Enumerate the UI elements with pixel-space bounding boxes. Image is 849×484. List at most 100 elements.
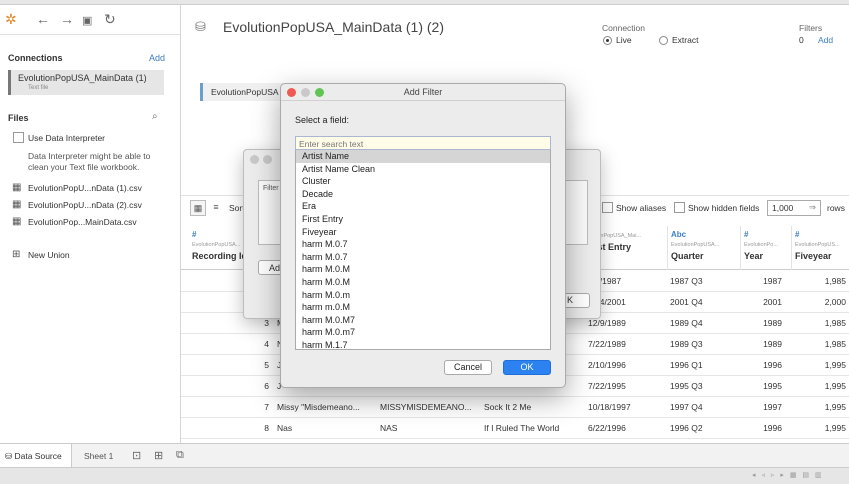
table-cell: Nas — [277, 423, 293, 433]
table-cell: 1997 Q4 — [670, 402, 703, 412]
back-icon[interactable]: ← — [36, 11, 50, 27]
column-header[interactable]: # EvolutionPopUS... Fiveyear — [791, 226, 849, 270]
dialog-titlebar: Add Filter — [281, 84, 565, 101]
files-header: Files — [8, 113, 29, 123]
column-name: ...st Entry — [590, 242, 632, 252]
live-radio[interactable] — [603, 36, 612, 45]
new-worksheet-icon[interactable]: ⊡ — [132, 449, 141, 462]
number-type-icon: # — [744, 230, 749, 239]
tab-data-source[interactable]: ⛁ Data Source — [0, 444, 72, 468]
table-cell: 1,995 — [824, 423, 846, 433]
column-name: Quarter — [671, 251, 704, 261]
refresh-icon[interactable]: ↻ — [104, 11, 116, 27]
connection-item[interactable]: EvolutionPopUSA_MainData (1) Text file — [8, 70, 164, 95]
table-cell: 1997 — [763, 402, 782, 412]
field-list-item[interactable]: harm M.0.M — [296, 276, 550, 289]
sheet-tabs: ⛁ Data Source Sheet 1 ⊡ ⊞ ⧉ — [0, 443, 849, 468]
table-cell: 12/9/1989 — [588, 318, 626, 328]
filters-label: Filters — [799, 23, 823, 33]
field-list[interactable]: Artist Name Artist Name Clean Cluster Decad… — [295, 150, 551, 350]
table-cell: 6 — [264, 381, 269, 391]
status-bar: ◂ ◃ ▹ ▸ ▦ ▤ ▥ — [0, 467, 849, 484]
csv-file-icon: ▦ — [12, 216, 22, 227]
show-hidden-checkbox[interactable] — [674, 202, 685, 213]
search-icon[interactable]: ⌕ — [152, 111, 158, 122]
extract-radio[interactable] — [659, 36, 668, 45]
tab-sheet1[interactable]: Sheet 1 — [84, 451, 113, 461]
connection-type: Text file — [28, 85, 49, 91]
column-header[interactable]: Abc EvolutionPopUSA... Quarter — [667, 226, 739, 270]
field-list-item[interactable]: harm M.0.m7 — [296, 326, 550, 339]
show-aliases-label: Show aliases — [616, 203, 667, 213]
field-list-item[interactable]: harm M.1.7 — [296, 339, 550, 349]
table-cell: 2001 — [763, 297, 782, 307]
column-source: EvolutionPo... — [744, 242, 778, 248]
table-cell: 1996 Q1 — [670, 360, 703, 370]
field-list-item[interactable]: Fiveyear — [296, 226, 550, 239]
table-cell: 1989 — [763, 339, 782, 349]
filters-count: 0 — [799, 35, 804, 45]
file-item[interactable]: EvolutionPopU...nData (1).csv — [28, 183, 142, 193]
field-list-item[interactable]: Cluster — [296, 175, 550, 188]
sheet-navigation-icon[interactable]: ◂ ◃ ▹ ▸ ▦ ▤ ▥ — [752, 471, 824, 479]
arrow-right-icon[interactable]: ⇒ — [809, 202, 816, 213]
field-list-item[interactable]: Decade — [296, 188, 550, 201]
ok-button[interactable]: OK — [503, 360, 551, 375]
ok-back-label: K — [566, 295, 573, 305]
field-list-item[interactable]: Artist Name — [296, 150, 550, 163]
field-list-item[interactable]: harm M.0.7 — [296, 251, 550, 264]
rows-input[interactable]: 1,000 ⇒ — [767, 200, 821, 216]
minimize-icon[interactable] — [301, 88, 310, 97]
new-union-item[interactable]: New Union — [28, 250, 70, 260]
column-name: Fiveyear — [795, 251, 832, 261]
toolbar: ✲ ← → ▣ ↻ — [0, 5, 180, 35]
data-interpreter-label: Use Data Interpreter — [28, 133, 106, 143]
new-dashboard-icon[interactable]: ⊞ — [154, 449, 163, 462]
add-filter-link[interactable]: Add — [818, 35, 833, 45]
new-story-icon[interactable]: ⧉ — [176, 449, 184, 462]
data-interpreter-checkbox[interactable] — [13, 132, 24, 143]
table-cell: 2001 Q4 — [670, 297, 703, 307]
field-list-item[interactable]: harm m.0.M — [296, 301, 550, 314]
table-cell: 1,985 — [824, 276, 846, 286]
table-cell: 1989 Q3 — [670, 339, 703, 349]
datasource-icon: ⛁ — [195, 19, 206, 34]
forward-icon[interactable]: → — [60, 11, 74, 27]
rows-label: rows — [827, 203, 845, 213]
tab-data-source-label: Data Source — [14, 451, 62, 461]
list-view-icon[interactable]: ≡ — [208, 200, 224, 216]
field-list-item[interactable]: Artist Name Clean — [296, 163, 550, 176]
cancel-button[interactable]: Cancel — [444, 360, 492, 375]
table-cell: 1,995 — [824, 360, 846, 370]
field-list-item[interactable]: harm M.0.7 — [296, 238, 550, 251]
dialog-title: Add Filter — [403, 87, 443, 97]
table-cell: NAS — [380, 423, 398, 433]
grid-view-icon[interactable]: ▦ — [190, 200, 206, 216]
add-connection-link[interactable]: Add — [149, 53, 165, 63]
zoom-icon[interactable] — [315, 88, 324, 97]
table-cell: 1995 Q3 — [670, 381, 703, 391]
close-icon[interactable] — [287, 88, 296, 97]
field-search-input[interactable] — [295, 136, 551, 150]
field-list-item[interactable]: harm M.0.M7 — [296, 314, 550, 327]
file-item[interactable]: EvolutionPop...MainData.csv — [28, 217, 137, 227]
tableau-logo-icon[interactable]: ✲ — [5, 11, 17, 27]
column-source: EvolutionPopUS... — [795, 242, 840, 248]
file-item[interactable]: EvolutionPopU...nData (2).csv — [28, 200, 142, 210]
field-list-item[interactable]: harm M.0.M — [296, 263, 550, 276]
column-source: ...tionPopUSA_Mai... — [590, 233, 642, 239]
show-aliases-checkbox[interactable] — [602, 202, 613, 213]
table-cell: 1996 — [763, 423, 782, 433]
field-list-item[interactable]: First Entry — [296, 213, 550, 226]
table-cell: 1996 Q2 — [670, 423, 703, 433]
number-type-icon: # — [795, 230, 800, 239]
save-icon[interactable]: ▣ — [82, 13, 92, 29]
connections-header: Connections — [8, 53, 63, 63]
window-control-icon — [250, 155, 259, 164]
table-cell: 8 — [264, 423, 269, 433]
field-list-item[interactable]: Era — [296, 200, 550, 213]
column-source: EvolutionPopUSA... — [671, 242, 720, 248]
column-header[interactable]: # EvolutionPo... Year — [740, 226, 790, 270]
datasource-title[interactable]: EvolutionPopUSA_MainData (1) (2) — [223, 19, 444, 35]
field-list-item[interactable]: harm M.0.m — [296, 289, 550, 302]
